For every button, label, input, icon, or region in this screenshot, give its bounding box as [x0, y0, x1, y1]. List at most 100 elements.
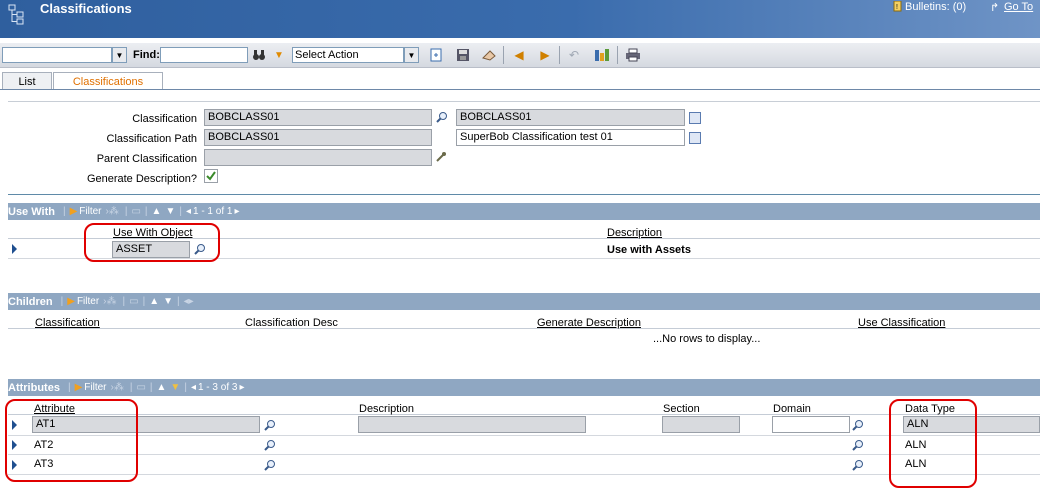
search-icon[interactable] — [264, 419, 276, 431]
search-icon[interactable] — [852, 419, 864, 431]
undo-icon[interactable]: ↶ — [566, 47, 582, 63]
next-page-icon[interactable]: ▸ — [234, 206, 239, 217]
col-domain: Domain — [773, 403, 811, 415]
path-description-field[interactable]: SuperBob Classification test 01 — [456, 129, 685, 146]
download-icon[interactable]: ▭ — [131, 206, 140, 217]
arrow-down-icon[interactable]: ▼ — [163, 296, 173, 307]
generate-description-checkbox[interactable] — [204, 169, 218, 183]
bulletin-icon: ! — [893, 0, 902, 12]
col-classification-desc: Classification Desc — [245, 317, 338, 329]
parent-classification-label: Parent Classification — [96, 153, 197, 165]
arrow-down-icon[interactable]: ▼ — [170, 382, 180, 393]
empty-table-message: ...No rows to display... — [653, 333, 761, 345]
select-action-dropdown[interactable]: Select Action — [292, 47, 404, 63]
col-description[interactable]: Description — [607, 227, 662, 239]
section-field[interactable] — [662, 416, 740, 433]
children-title: Children — [8, 295, 53, 308]
classification-field[interactable]: BOBCLASS01 — [204, 109, 432, 126]
previous-page-icon[interactable]: ◂ — [191, 382, 196, 393]
filter-icon[interactable]: ▶ — [70, 206, 78, 217]
filter-icon[interactable]: ▶ — [75, 382, 83, 393]
generate-description-label: Generate Description? — [86, 173, 197, 185]
previous-page-icon[interactable]: ◂ — [186, 206, 191, 217]
table-row — [8, 454, 1040, 475]
section-divider — [8, 194, 1040, 195]
chevron-down-icon[interactable]: ▼ — [404, 47, 419, 63]
col-section: Section — [663, 403, 700, 415]
download-icon[interactable]: ▭ — [129, 296, 138, 307]
dropdown-arrow-icon[interactable]: ▼ — [271, 47, 287, 63]
tab-classifications[interactable]: Classifications — [53, 72, 163, 90]
clear-changes-icon[interactable] — [481, 47, 497, 63]
col-generate-description[interactable]: Generate Description — [537, 317, 641, 329]
filter-icon[interactable]: ▶ — [67, 296, 75, 307]
attributes-section-bar: Attributes | ▶ Filter ›⁂ | ▭ | ▲ ▼ | ◂ 1… — [8, 379, 1040, 396]
attributes-title: Attributes — [8, 381, 60, 394]
search-icon[interactable] — [852, 439, 864, 451]
goto-arrow-icon: ↱ — [990, 2, 1000, 14]
toolbar-divider — [617, 46, 618, 64]
classification-label: Classification — [132, 113, 197, 125]
use-with-description: Use with Assets — [607, 244, 691, 256]
col-use-classification[interactable]: Use Classification — [858, 317, 945, 329]
long-description-icon[interactable] — [689, 132, 701, 144]
children-section-bar: Children | ▶ Filter ›⁂ | ▭ | ▲ ▼ | ◂▸ — [8, 293, 1040, 310]
search-icon[interactable] — [264, 439, 276, 451]
tab-divider — [0, 89, 1040, 90]
arrow-up-icon[interactable]: ▲ — [149, 296, 159, 307]
new-record-icon[interactable] — [428, 47, 444, 63]
use-with-title: Use With — [8, 205, 55, 218]
toolbar-divider — [559, 46, 560, 64]
attribute-description-field[interactable] — [358, 416, 586, 433]
parent-classification-field[interactable] — [204, 149, 432, 166]
saved-query-select[interactable] — [2, 47, 112, 63]
page-title: Classifications — [40, 1, 132, 16]
go-to-parent-icon[interactable] — [435, 151, 447, 163]
chevron-down-icon[interactable]: ▼ — [112, 47, 127, 63]
search-icon[interactable] — [852, 459, 864, 471]
filter-link[interactable]: Filter — [84, 382, 106, 393]
table-row — [8, 435, 1040, 455]
binoculars-icon[interactable] — [251, 47, 267, 63]
domain-field[interactable] — [772, 416, 850, 433]
col-attribute-description: Description — [359, 403, 415, 415]
previous-page-icon[interactable]: ◂▸ — [184, 296, 194, 307]
clear-filter-icon[interactable]: ›⁂ — [103, 296, 116, 307]
bulletins-link[interactable]: Bulletins: (0) — [905, 1, 966, 13]
long-description-icon[interactable] — [689, 112, 701, 124]
filter-link[interactable]: Filter — [79, 206, 101, 217]
clear-filter-icon[interactable]: ›⁂ — [111, 382, 124, 393]
expand-row-icon[interactable] — [12, 244, 17, 254]
classification-path-field[interactable]: BOBCLASS01 — [204, 129, 432, 146]
svg-text:!: ! — [896, 4, 898, 11]
print-icon[interactable] — [625, 47, 641, 63]
find-input[interactable] — [160, 47, 248, 63]
arrow-down-icon[interactable]: ▼ — [165, 206, 175, 217]
previous-record-icon[interactable]: ◀ — [511, 47, 527, 63]
download-icon[interactable]: ▭ — [136, 382, 145, 393]
app-header — [0, 0, 1040, 38]
arrow-up-icon[interactable]: ▲ — [157, 382, 167, 393]
highlight-annotation — [84, 223, 220, 262]
goto-link[interactable]: Go To — [1004, 1, 1033, 13]
toolbar-divider — [503, 46, 504, 64]
clear-filter-icon[interactable]: ›⁂ — [106, 206, 119, 217]
report-chart-icon[interactable] — [594, 47, 610, 63]
arrow-up-icon[interactable]: ▲ — [152, 206, 162, 217]
attributes-header-row — [8, 400, 1040, 415]
use-with-section-bar: Use With | ▶ Filter ›⁂ | ▭ | ▲ ▼ | ◂ 1 -… — [8, 203, 1040, 220]
search-icon[interactable] — [264, 459, 276, 471]
save-icon[interactable] — [455, 47, 471, 63]
classification-description-field[interactable]: BOBCLASS01 — [456, 109, 685, 126]
form-divider — [8, 101, 1040, 102]
next-record-icon[interactable]: ▶ — [537, 47, 553, 63]
filter-link[interactable]: Filter — [77, 296, 99, 307]
search-icon[interactable] — [436, 111, 448, 123]
tab-list[interactable]: List — [2, 72, 52, 90]
attributes-paging: 1 - 3 of 3 — [197, 382, 238, 393]
col-classification[interactable]: Classification — [35, 317, 100, 329]
classification-path-label: Classification Path — [106, 133, 198, 145]
classification-tree-icon — [8, 4, 24, 25]
find-label: Find: — [133, 49, 160, 61]
next-page-icon[interactable]: ▸ — [239, 382, 244, 393]
